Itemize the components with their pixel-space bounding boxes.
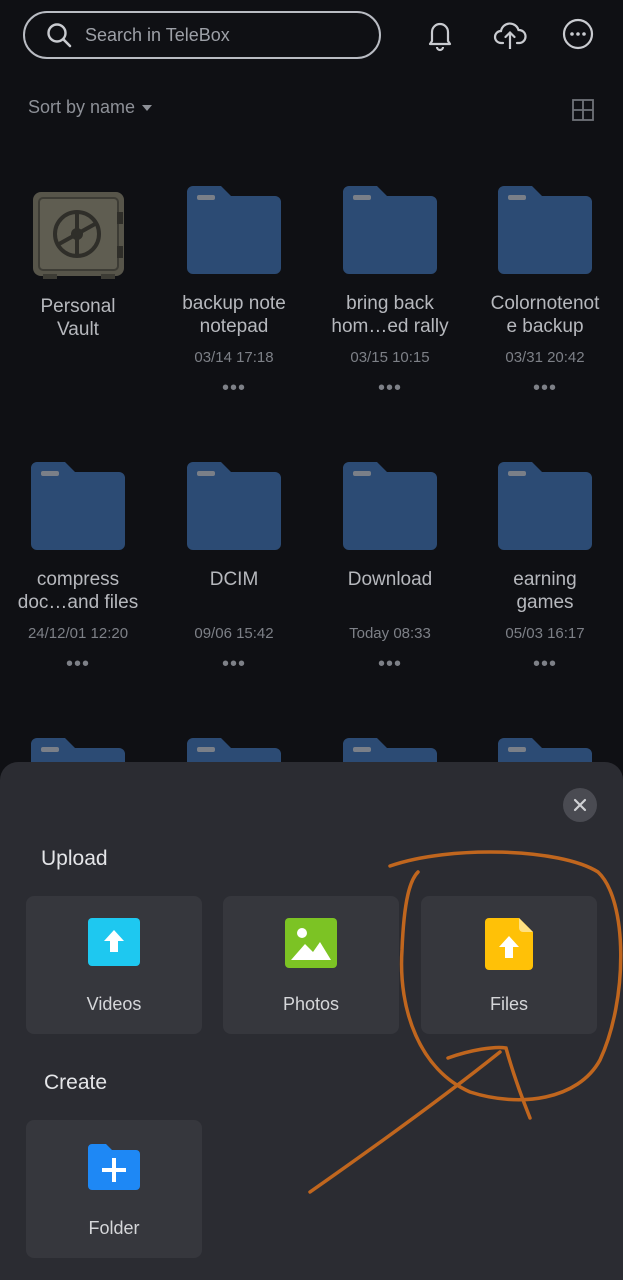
folder-icon [498, 462, 592, 550]
new-folder-icon [88, 1144, 140, 1190]
create-folder-button[interactable]: Folder [26, 1120, 202, 1258]
sort-label: Sort by name [28, 97, 136, 117]
safe-icon [33, 192, 124, 279]
upload-photos-button[interactable]: Photos [223, 896, 399, 1034]
folder-item[interactable]: Colornotenot e backup 03/31 20:42 ••• [467, 180, 623, 400]
folder-icon [498, 186, 592, 274]
cloud-upload-icon[interactable] [492, 16, 528, 52]
folder-item[interactable]: DCIM 09/06 15:42 ••• [156, 456, 312, 676]
grid-view-icon[interactable] [572, 99, 594, 121]
folder-item[interactable]: bring back hom…ed rally 03/15 10:15 ••• [312, 180, 468, 400]
upload-option-label: Videos [86, 994, 142, 1014]
sort-dropdown[interactable]: Sort by name [28, 97, 153, 118]
item-date: 09/06 15:42 [194, 625, 274, 642]
upload-section-title: Upload [41, 847, 108, 870]
search-icon [47, 23, 72, 48]
item-name: Personal Vault [40, 296, 116, 340]
item-more-button[interactable]: ••• [0, 654, 156, 674]
search-bar[interactable]: Search in TeleBox [23, 11, 381, 59]
upload-option-label: Files [489, 994, 528, 1014]
item-more-button[interactable]: ••• [156, 378, 312, 398]
item-more-button[interactable]: ••• [312, 654, 468, 674]
item-more-button[interactable]: ••• [467, 378, 623, 398]
upload-videos-button[interactable]: Videos [26, 896, 202, 1034]
file-upload-icon [485, 918, 533, 970]
more-options-icon[interactable] [560, 16, 596, 52]
close-button[interactable] [563, 788, 597, 822]
folder-icon [343, 186, 437, 274]
item-name: DCIM [209, 569, 259, 590]
create-section-title: Create [44, 1071, 108, 1094]
item-date: 03/14 17:18 [194, 349, 274, 366]
item-date: 03/31 20:42 [505, 349, 585, 366]
folder-item[interactable]: earning games 05/03 16:17 ••• [467, 456, 623, 676]
item-date: Today 08:33 [349, 625, 431, 642]
folder-item[interactable]: backup note notepad 03/14 17:18 ••• [156, 180, 312, 400]
item-name: bring back hom…ed rally [331, 293, 449, 337]
folder-item[interactable]: compress doc…and files 24/12/01 12:20 ••… [0, 456, 156, 676]
item-name: Colornotenot e backup [490, 293, 600, 337]
item-more-button[interactable]: ••• [312, 378, 468, 398]
upload-option-label: Photos [282, 994, 340, 1014]
close-icon [573, 798, 587, 812]
item-date: 05/03 16:17 [505, 625, 585, 642]
item-more-button[interactable]: ••• [467, 654, 623, 674]
caret-down-icon [142, 104, 153, 111]
folder-icon [187, 186, 281, 274]
item-more-button[interactable]: ••• [156, 654, 312, 674]
photo-upload-icon [285, 918, 337, 968]
item-name: compress doc…and files [17, 569, 139, 613]
item-name: earning games [513, 569, 577, 613]
video-upload-icon [88, 918, 140, 966]
item-date: 24/12/01 12:20 [27, 625, 129, 642]
search-placeholder: Search in TeleBox [85, 24, 230, 45]
item-name: Download [347, 569, 433, 590]
vault-item[interactable]: Personal Vault [0, 180, 156, 400]
create-option-label: Folder [88, 1218, 140, 1238]
folder-icon [31, 462, 125, 550]
folder-icon [343, 462, 437, 550]
folder-item[interactable]: Download Today 08:33 ••• [312, 456, 468, 676]
upload-files-button[interactable]: Files [421, 896, 597, 1034]
folder-icon [187, 462, 281, 550]
item-date: 03/15 10:15 [350, 349, 430, 366]
item-name: backup note notepad [182, 293, 286, 337]
bell-icon[interactable] [422, 16, 458, 52]
